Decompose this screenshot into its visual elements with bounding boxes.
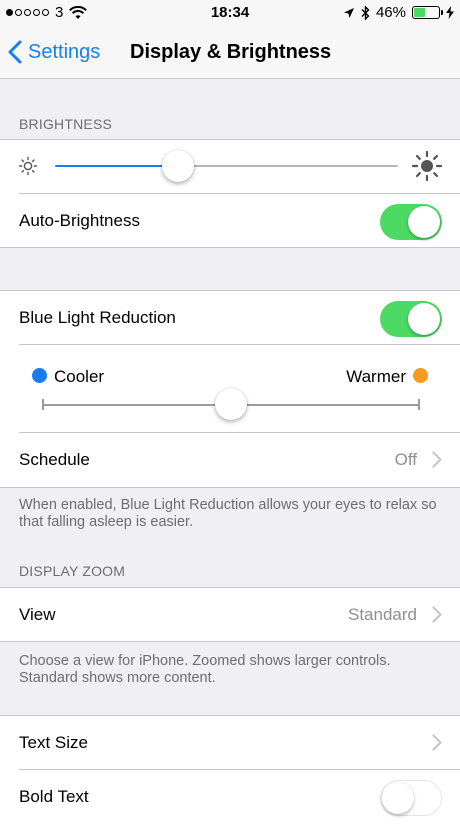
text-size-row[interactable]: Text Size (0, 716, 460, 769)
warmer-color-dot (413, 368, 428, 383)
auto-brightness-row: Auto-Brightness (0, 194, 460, 247)
battery-icon (412, 6, 443, 19)
warmer-label: Warmer (346, 367, 406, 386)
auto-brightness-toggle[interactable] (380, 204, 442, 240)
back-button[interactable]: Settings (8, 26, 100, 78)
status-bar: 3 18:34 46% (0, 0, 460, 26)
toggle-knob (382, 782, 414, 814)
charging-bolt-icon (446, 6, 454, 19)
display-zoom-section-header: DISPLAY ZOOM (19, 563, 126, 579)
display-zoom-group: View Standard (0, 587, 460, 642)
navigation-bar: Settings Display & Brightness (0, 26, 460, 79)
schedule-label: Schedule (19, 450, 90, 469)
chevron-right-icon (432, 451, 442, 468)
display-zoom-footer-text: Choose a view for iPhone. Zoomed shows l… (19, 653, 391, 686)
auto-brightness-label: Auto-Brightness (19, 211, 140, 230)
back-button-label: Settings (28, 40, 101, 63)
brightness-high-icon (411, 150, 443, 182)
cooler-label: Cooler (54, 367, 105, 386)
toggle-knob (408, 303, 440, 335)
brightness-slider-track[interactable] (178, 165, 398, 167)
status-right: 46% (343, 4, 454, 21)
battery-percent: 46% (375, 4, 406, 21)
page-title: Display & Brightness (130, 41, 332, 63)
blue-light-reduction-toggle[interactable] (380, 301, 442, 337)
view-label: View (19, 605, 56, 624)
text-settings-group: Text Size Bold Text (0, 715, 460, 826)
text-size-label: Text Size (19, 733, 88, 752)
view-row[interactable]: View Standard (0, 588, 460, 641)
slider-min-tick (42, 399, 44, 410)
chevron-left-icon (8, 40, 22, 64)
chevron-right-icon (432, 734, 442, 751)
blue-light-reduction-label: Blue Light Reduction (19, 308, 176, 327)
bold-text-toggle[interactable] (380, 780, 442, 816)
chevron-right-icon (432, 606, 442, 623)
schedule-value: Off (394, 450, 417, 469)
blue-light-group: Blue Light Reduction Cooler Warmer Sched… (0, 290, 460, 488)
brightness-section-header: BRIGHTNESS (19, 116, 113, 132)
blue-light-footer-text: When enabled, Blue Light Reduction allow… (19, 497, 437, 530)
brightness-slider-thumb[interactable] (162, 150, 195, 182)
bluetooth-icon (361, 5, 370, 20)
view-value: Standard (348, 605, 417, 624)
slider-max-tick (418, 399, 420, 410)
schedule-row[interactable]: Schedule Off (0, 433, 460, 486)
brightness-low-icon (18, 156, 38, 176)
toggle-knob (408, 206, 440, 238)
location-arrow-icon (343, 7, 354, 18)
brightness-group: Auto-Brightness (0, 139, 460, 248)
row-divider (19, 344, 460, 345)
blue-light-reduction-row: Blue Light Reduction (0, 291, 460, 344)
brightness-slider-fill (55, 165, 179, 167)
cooler-color-dot (32, 368, 47, 383)
bold-text-row: Bold Text (0, 770, 460, 823)
color-temperature-slider-thumb[interactable] (215, 388, 247, 420)
bold-text-label: Bold Text (19, 787, 89, 806)
